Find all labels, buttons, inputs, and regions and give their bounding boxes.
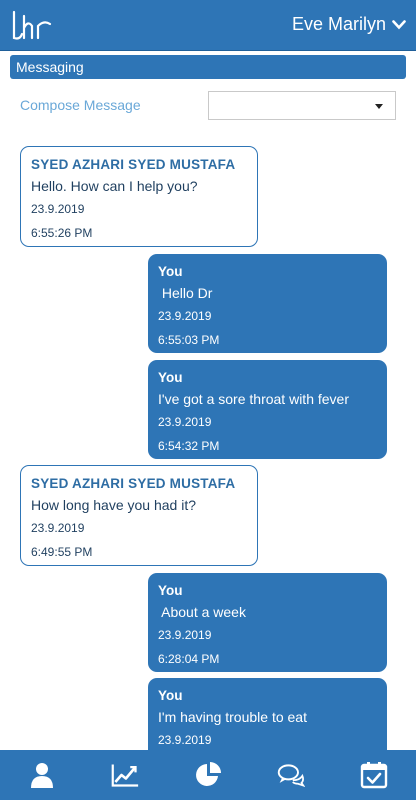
pie-chart-icon [196, 762, 221, 786]
dropdown-caret-icon [375, 104, 383, 109]
top-bar: Eve Marilyn [0, 0, 416, 51]
message-bubble-outgoing: You I've got a sore throat with fever 23… [148, 360, 387, 459]
nav-profile[interactable] [22, 757, 62, 793]
nav-messages[interactable] [271, 757, 311, 793]
nav-reports[interactable] [188, 757, 228, 793]
message-sender: You [158, 688, 183, 703]
bottom-nav [0, 750, 416, 800]
message-time: 6:28:04 PM [158, 652, 220, 666]
message-sender: SYED AZHARI SYED MUSTAFA [31, 476, 236, 491]
message-date: 23.9.2019 [158, 628, 212, 642]
message-date: 23.9.2019 [31, 202, 85, 216]
message-text: Hello Dr [158, 285, 213, 301]
message-sender: You [158, 583, 183, 598]
calendar-check-icon [361, 762, 388, 789]
message-time: 6:49:55 PM [31, 545, 93, 559]
message-sender: SYED AZHARI SYED MUSTAFA [31, 157, 236, 172]
chart-icon [111, 764, 138, 787]
compose-recipient-select[interactable] [208, 91, 396, 120]
message-sender: You [158, 264, 183, 279]
profile-icon [30, 763, 53, 788]
message-text: How long have you had it? [31, 497, 196, 513]
section-title: Messaging [10, 55, 406, 79]
message-bubble-incoming: SYED AZHARI SYED MUSTAFA How long have y… [20, 465, 258, 566]
message-text: About a week [158, 604, 246, 620]
message-bubble-outgoing: You About a week 23.9.2019 6:28:04 PM [148, 573, 387, 672]
message-time: 6:54:32 PM [158, 439, 220, 453]
message-time: 6:55:03 PM [158, 333, 220, 347]
message-text: I've got a sore throat with fever [158, 391, 349, 407]
nav-statistics[interactable] [105, 757, 145, 793]
chevron-down-icon [392, 19, 406, 29]
message-time: 6:55:26 PM [31, 226, 93, 240]
message-date: 23.9.2019 [158, 415, 212, 429]
message-bubble-incoming: SYED AZHARI SYED MUSTAFA Hello. How can … [20, 146, 258, 247]
message-date: 23.9.2019 [31, 521, 85, 535]
user-menu[interactable]: Eve Marilyn [292, 14, 406, 35]
message-text: Hello. How can I help you? [31, 178, 198, 194]
user-name: Eve Marilyn [291, 14, 386, 34]
message-sender: You [158, 370, 183, 385]
messages-icon [277, 764, 306, 788]
nav-appointments[interactable] [354, 757, 394, 793]
compose-message-label: Compose Message [20, 97, 141, 113]
message-text: I'm having trouble to eat [158, 709, 307, 725]
message-bubble-outgoing: You Hello Dr 23.9.2019 6:55:03 PM [148, 254, 387, 353]
message-date: 23.9.2019 [158, 733, 212, 747]
app-logo[interactable] [10, 10, 58, 42]
message-date: 23.9.2019 [158, 309, 212, 323]
